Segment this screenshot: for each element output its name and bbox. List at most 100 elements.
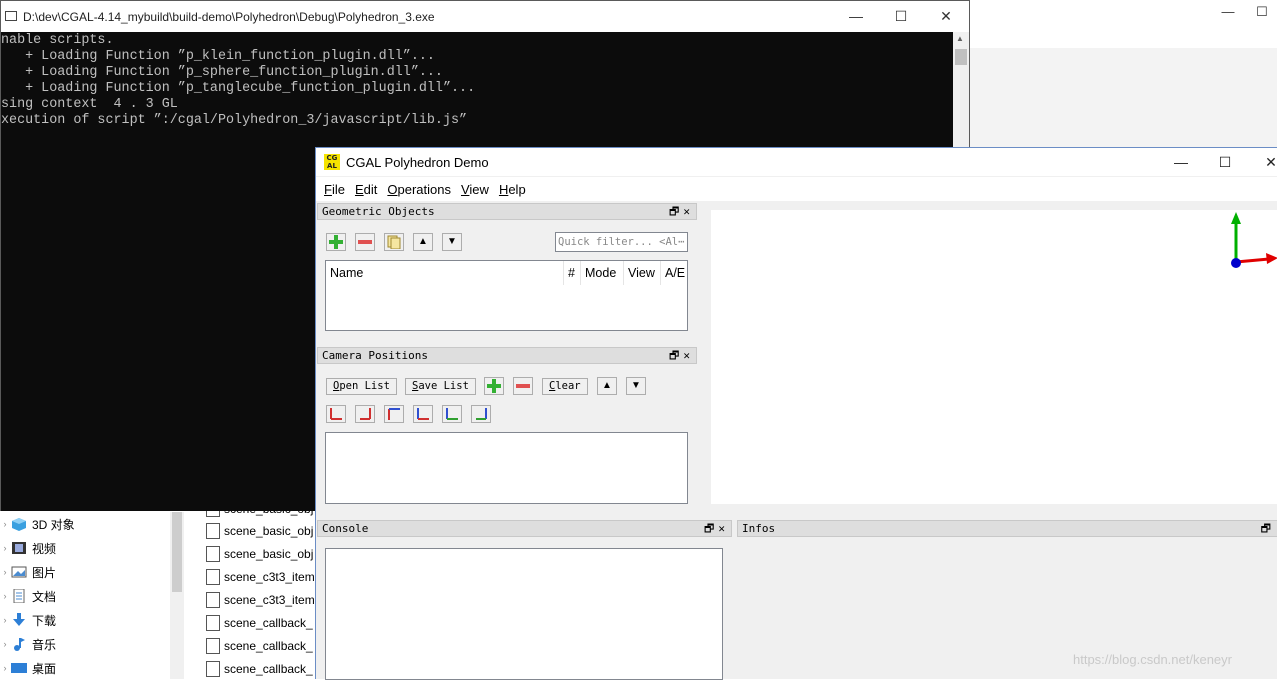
minus-icon <box>516 384 530 388</box>
file-item[interactable]: scene_callback_ <box>206 658 313 680</box>
console-line: nable scripts. <box>1 33 114 48</box>
remove-object-button[interactable] <box>355 233 375 251</box>
console-window-title: D:\dev\CGAL-4.14_mybuild\build-demo\Poly… <box>23 9 435 24</box>
view-back-button[interactable] <box>355 405 375 423</box>
clear-button[interactable]: Clear <box>542 378 588 395</box>
explorer-preview-pane <box>970 48 1277 148</box>
view-front-button[interactable] <box>326 405 346 423</box>
quick-filter-input[interactable]: Quick filter... <Al⋯ <box>555 232 688 252</box>
scroll-up-arrow-icon[interactable]: ▲ <box>956 34 964 43</box>
console-dock-output[interactable] <box>325 548 723 680</box>
expand-arrow-icon[interactable]: › <box>0 543 10 553</box>
file-item[interactable]: scene_callback_ <box>206 612 313 634</box>
cgal-titlebar[interactable]: CG AL CGAL Polyhedron Demo — ☐ ✕ <box>316 148 1277 176</box>
console-close-button[interactable]: ✕ <box>931 8 961 24</box>
expand-arrow-icon[interactable]: › <box>0 663 10 673</box>
view-left-button[interactable] <box>442 405 462 423</box>
file-item[interactable]: scene_basic_obj <box>206 520 313 542</box>
camera-up-button[interactable]: ▲ <box>597 377 617 395</box>
explorer-minimize-button[interactable]: — <box>1218 4 1238 20</box>
expand-arrow-icon[interactable]: › <box>0 591 10 601</box>
move-down-button[interactable]: ▼ <box>442 233 462 251</box>
column-header-view[interactable]: View <box>624 261 661 285</box>
expand-arrow-icon[interactable]: › <box>0 615 10 625</box>
file-icon <box>206 661 220 677</box>
console-dock-title[interactable]: Console 🗗✕ <box>317 520 732 537</box>
menu-operations[interactable]: Operations <box>387 182 451 197</box>
menu-view[interactable]: View <box>461 182 489 197</box>
menu-edit[interactable]: Edit <box>355 182 377 197</box>
camera-positions-dock-title[interactable]: Camera Positions 🗗✕ <box>317 347 697 364</box>
file-name: scene_callback_ <box>224 662 313 676</box>
menu-help[interactable]: Help <box>499 182 526 197</box>
expand-arrow-icon[interactable]: › <box>0 519 10 529</box>
column-header-number[interactable]: # <box>564 261 581 285</box>
desktop-icon <box>10 660 28 676</box>
watermark-text: https://blog.csdn.net/keneyr <box>1073 652 1232 667</box>
file-item[interactable]: scene_c3t3_item <box>206 566 315 588</box>
nav-pane-scrollbar-thumb[interactable] <box>172 512 182 592</box>
expand-arrow-icon[interactable]: › <box>0 567 10 577</box>
file-item[interactable]: scene_callback_ <box>206 635 313 657</box>
music-icon <box>10 636 28 652</box>
console-titlebar[interactable]: D:\dev\CGAL-4.14_mybuild\build-demo\Poly… <box>1 1 969 32</box>
duplicate-icon <box>387 235 401 249</box>
dock-float-close-buttons[interactable]: 🗗✕ <box>669 204 694 219</box>
add-camera-button[interactable] <box>484 377 504 395</box>
add-object-button[interactable] <box>326 233 346 251</box>
nav-item-downloads[interactable]: › 下载 <box>0 609 56 631</box>
nav-item-label: 音乐 <box>32 637 57 652</box>
documents-icon <box>10 588 28 604</box>
move-up-button[interactable]: ▲ <box>413 233 433 251</box>
cgal-minimize-button[interactable]: — <box>1166 154 1196 170</box>
console-minimize-button[interactable]: — <box>841 8 871 24</box>
expand-arrow-icon[interactable]: › <box>0 639 10 649</box>
infos-dock-title[interactable]: Infos 🗗 <box>737 520 1277 537</box>
nav-item-pictures[interactable]: › 图片 <box>0 561 57 583</box>
file-item[interactable]: scene_c3t3_item <box>206 589 315 611</box>
column-header-ae[interactable]: A/E <box>661 261 687 285</box>
3d-viewer[interactable] <box>711 210 1277 504</box>
arrow-up-icon: ▲ <box>602 380 612 391</box>
explorer-maximize-button[interactable]: ☐ <box>1252 4 1272 20</box>
nav-item-documents[interactable]: › 文档 <box>0 585 56 607</box>
menu-file[interactable]: File <box>324 182 345 197</box>
console-scrollbar-thumb[interactable] <box>955 49 967 65</box>
geometric-objects-dock-title[interactable]: Geometric Objects 🗗✕ <box>317 203 697 220</box>
column-header-mode[interactable]: Mode <box>581 261 624 285</box>
dock-float-button[interactable]: 🗗 <box>1261 521 1275 536</box>
video-icon <box>10 540 28 556</box>
duplicate-object-button[interactable] <box>384 233 404 251</box>
downloads-icon <box>10 612 28 628</box>
console-maximize-button[interactable]: ☐ <box>886 8 916 24</box>
settings-file-icon <box>206 569 220 585</box>
view-right-button[interactable] <box>471 405 491 423</box>
console-line: + Loading Function ”p_sphere_function_pl… <box>1 65 443 80</box>
column-header-name[interactable]: Name <box>326 261 564 285</box>
nav-item-video[interactable]: › 视频 <box>0 537 57 559</box>
file-icon <box>206 546 220 562</box>
save-list-button[interactable]: Save List <box>405 378 476 395</box>
remove-camera-button[interactable] <box>513 377 533 395</box>
file-item[interactable]: scene_basic_obj <box>206 543 313 565</box>
explorer-navigation-pane: › 3D 对象 › 视频 › 图片 › 文档 › 下载 › 音乐 › 桌面 <box>0 512 170 679</box>
nav-item-music[interactable]: › 音乐 <box>0 633 57 655</box>
nav-item-label: 图片 <box>32 565 57 580</box>
dock-float-close-buttons[interactable]: 🗗✕ <box>669 348 694 363</box>
explorer-titlebar: — ☐ <box>970 0 1277 49</box>
view-top-button[interactable] <box>384 405 404 423</box>
dock-float-close-buttons[interactable]: 🗗✕ <box>704 521 729 536</box>
view-bottom-button[interactable] <box>413 405 433 423</box>
minus-icon <box>358 240 372 244</box>
cgal-maximize-button[interactable]: ☐ <box>1210 154 1240 170</box>
geometric-objects-table[interactable]: Name # Mode View A/E <box>325 260 688 331</box>
axis-view-icon <box>388 408 400 420</box>
cgal-close-button[interactable]: ✕ <box>1256 154 1277 170</box>
console-line: + Loading Function ”p_tanglecube_functio… <box>1 81 476 96</box>
dock-title-text: Console <box>322 522 369 535</box>
open-list-button[interactable]: Open List <box>326 378 397 395</box>
nav-item-desktop[interactable]: › 桌面 <box>0 657 57 679</box>
camera-down-button[interactable]: ▼ <box>626 377 646 395</box>
camera-positions-list[interactable] <box>325 432 688 504</box>
nav-item-3d-objects[interactable]: › 3D 对象 <box>0 513 75 535</box>
